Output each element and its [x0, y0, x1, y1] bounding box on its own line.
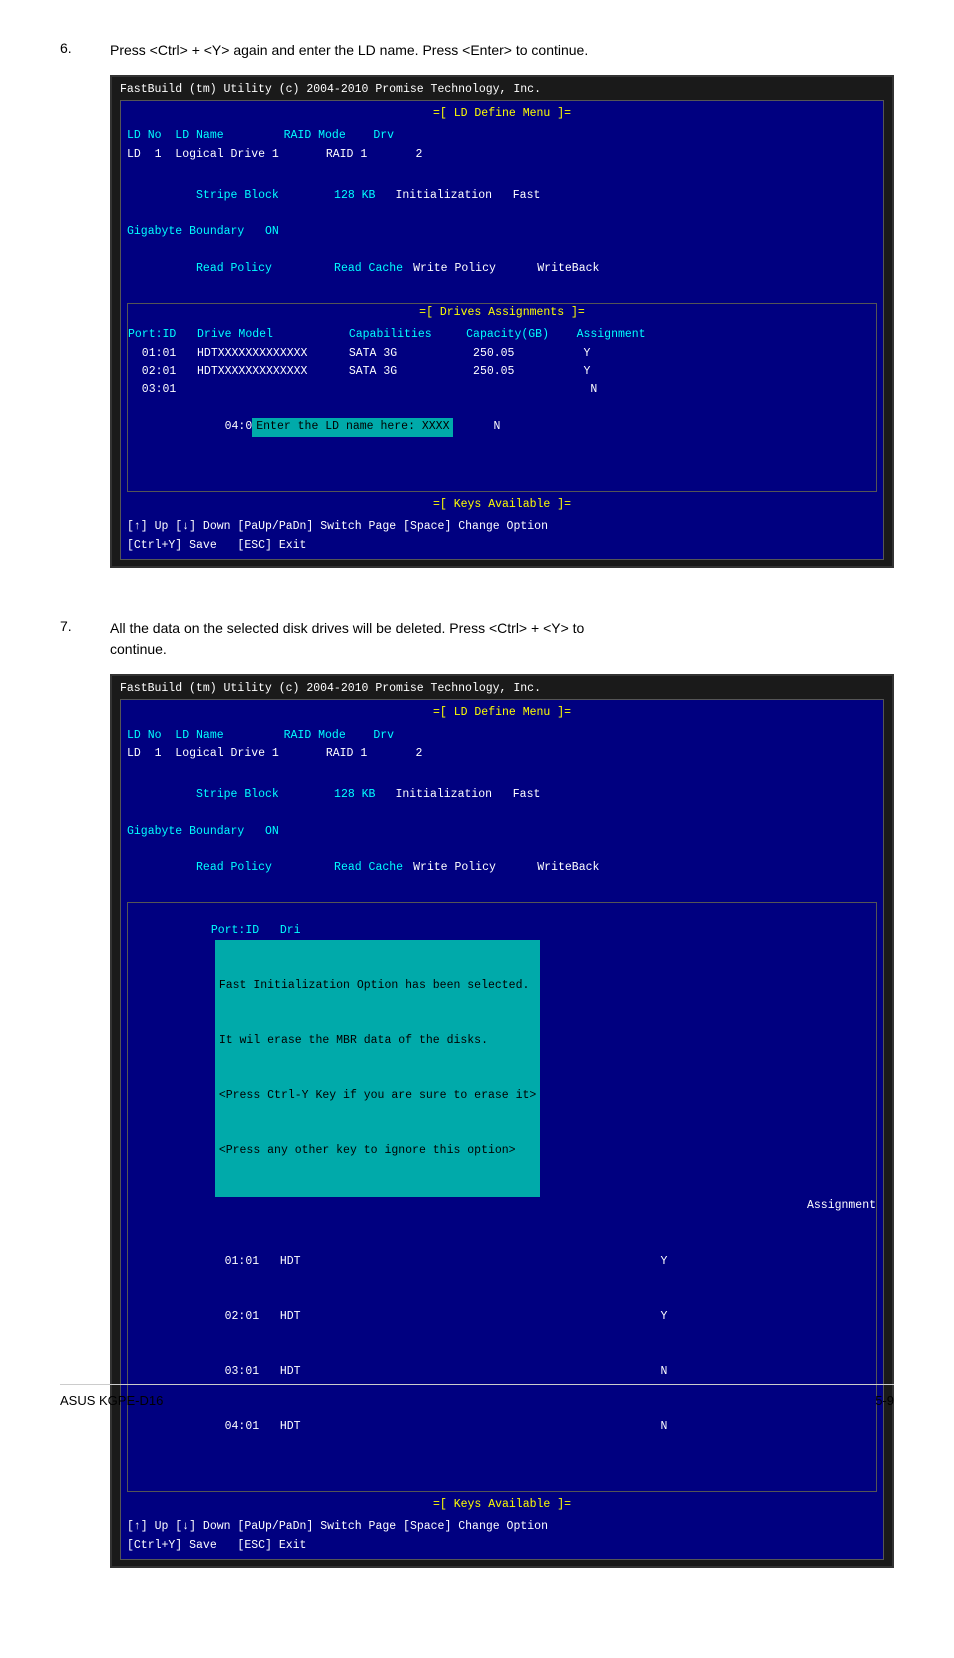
ld-row1-7: LD No LD NameRAID Mode Drv: [127, 727, 877, 745]
step-7-text: All the data on the selected disk drives…: [110, 618, 894, 660]
page-footer: ASUS KGPE-D16 5-9: [60, 1384, 894, 1408]
keys1-7: [↑] Up [↓] Down [PaUp/PaDn] Switch Page …: [127, 1518, 877, 1536]
step-6: 6. Press <Ctrl> + <Y> again and enter th…: [60, 40, 894, 568]
step-6-number: 6.: [60, 40, 90, 568]
popup-line4: <Press any other key to ignore this opti…: [219, 1142, 536, 1160]
terminal-7-title: FastBuild (tm) Utility (c) 2004-2010 Pro…: [120, 682, 884, 695]
step-6-text: Press <Ctrl> + <Y> again and enter the L…: [110, 40, 894, 61]
step-7: 7. All the data on the selected disk dri…: [60, 618, 894, 1568]
ld-row5-7: Read Policy Read CacheWrite Policy Write…: [127, 841, 877, 896]
popup-line3: <Press Ctrl-Y Key if you are sure to era…: [219, 1087, 536, 1105]
ld-row2: LD 1 Logical Drive 1RAID 1 2: [127, 146, 877, 164]
step-6-content: Press <Ctrl> + <Y> again and enter the L…: [110, 40, 894, 568]
keys-section-6: =[ Keys Available ]= [↑] Up [↓] Down [Pa…: [127, 496, 877, 555]
drives-col-6: Port:ID Drive Model Capabilities Capacit…: [128, 326, 876, 344]
ld-row1: LD No LD NameRAID Mode Drv: [127, 127, 877, 145]
keys1-6: [↑] Up [↓] Down [PaUp/PaDn] Switch Page …: [127, 518, 877, 536]
keys-header-7: =[ Keys Available ]=: [127, 1496, 877, 1514]
step-7-number: 7.: [60, 618, 90, 1568]
keys2-6: [Ctrl+Y] Save [ESC] Exit: [127, 537, 877, 555]
drives-section-6: =[ Drives Assignments ]= Port:ID Drive M…: [127, 303, 877, 492]
ld-row4-7: Gigabyte Boundary ON: [127, 823, 877, 841]
keys2-7: [Ctrl+Y] Save [ESC] Exit: [127, 1537, 877, 1555]
terminal-6-title: FastBuild (tm) Utility (c) 2004-2010 Pro…: [120, 83, 884, 96]
ld-row3: Stripe Block 128 KBInitialization Fast: [127, 168, 877, 223]
drive3-6: 03:01 N: [128, 381, 876, 399]
ld-name-input[interactable]: Enter the LD name here: XXXX: [252, 418, 453, 436]
footer-right: 5-9: [875, 1393, 894, 1408]
drives-header-6: =[ Drives Assignments ]=: [128, 304, 876, 322]
ld-row3-7: Stripe Block 128 KBInitialization Fast: [127, 767, 877, 822]
popup-line1: Fast Initialization Option has been sele…: [219, 977, 536, 995]
terminal-7-body: =[ LD Define Menu ]= LD No LD NameRAID M…: [120, 699, 884, 1560]
popup-line2: It wil erase the MBR data of the disks.: [219, 1032, 536, 1050]
step-7-content: All the data on the selected disk drives…: [110, 618, 894, 1568]
drive1-6: 01:01 HDTXXXXXXXXXXXXX SATA 3G 250.05 Y: [128, 345, 876, 363]
terminal-6-body: =[ LD Define Menu ]= LD No LD NameRAID M…: [120, 100, 884, 560]
drive4-6: 04:0Enter the LD name here: XXXXN: [128, 400, 876, 455]
drive2-6: 02:01 HDTXXXXXXXXXXXXX SATA 3G 250.05 Y: [128, 363, 876, 381]
ld-menu-header-6: =[ LD Define Menu ]=: [127, 105, 877, 123]
footer-left: ASUS KGPE-D16: [60, 1393, 163, 1408]
ld-menu-header-7: =[ LD Define Menu ]=: [127, 704, 877, 722]
terminal-7: FastBuild (tm) Utility (c) 2004-2010 Pro…: [110, 674, 894, 1568]
keys-header-6: =[ Keys Available ]=: [127, 496, 877, 514]
terminal-6: FastBuild (tm) Utility (c) 2004-2010 Pro…: [110, 75, 894, 568]
drives-row-header-7: Port:ID Dri Fast Initialization Option h…: [128, 903, 876, 1234]
keys-section-7: =[ Keys Available ]= [↑] Up [↓] Down [Pa…: [127, 1496, 877, 1555]
popup-box-7: Fast Initialization Option has been sele…: [215, 940, 540, 1197]
ld-row5: Read Policy Read CacheWrite Policy Write…: [127, 242, 877, 297]
ld-row2-7: LD 1 Logical Drive 1RAID 1 2: [127, 745, 877, 763]
ld-row4: Gigabyte Boundary ON: [127, 223, 877, 241]
